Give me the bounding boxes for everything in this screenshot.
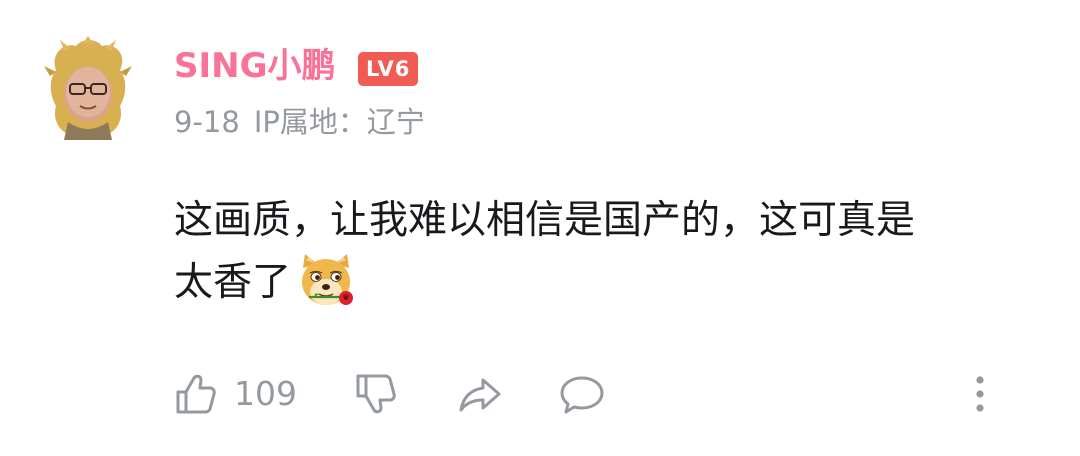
- comment-item: SING小鹏 LV6 9-18 IP属地：辽宁 这画质，让我难以相信是国产的，这可…: [0, 0, 1080, 456]
- dislike-button[interactable]: [352, 368, 400, 420]
- reply-button[interactable]: [558, 368, 606, 420]
- thumbs-up-icon: [176, 374, 216, 414]
- thumbs-down-icon: [356, 374, 396, 414]
- username[interactable]: SING小鹏: [174, 44, 336, 88]
- share-button[interactable]: [456, 368, 504, 420]
- comment-text-line-2-wrap: 太香了: [174, 252, 1054, 316]
- comment-text-line-1: 这画质，让我难以相信是国产的，这可真是: [174, 198, 916, 243]
- comment-text: 这画质，让我难以相信是国产的，这可真是 太香了: [174, 190, 1054, 316]
- reply-bubble-icon: [560, 376, 604, 414]
- like-button[interactable]: 109: [172, 368, 297, 420]
- comment-date: 9-18: [174, 105, 240, 139]
- share-icon: [459, 378, 501, 412]
- comment-meta: 9-18 IP属地：辽宁: [174, 102, 425, 142]
- like-count: 109: [234, 374, 297, 413]
- comment-actions: 109: [172, 368, 1012, 420]
- doge-with-rose-emoji: [295, 250, 357, 312]
- level-badge: LV6: [358, 52, 419, 86]
- comment-text-line-2: 太香了: [174, 260, 292, 305]
- more-vertical-icon: [976, 376, 984, 412]
- avatar[interactable]: [42, 36, 134, 144]
- ip-location: IP属地：辽宁: [253, 105, 425, 139]
- avatar-image: [44, 36, 132, 140]
- more-button[interactable]: [968, 368, 992, 420]
